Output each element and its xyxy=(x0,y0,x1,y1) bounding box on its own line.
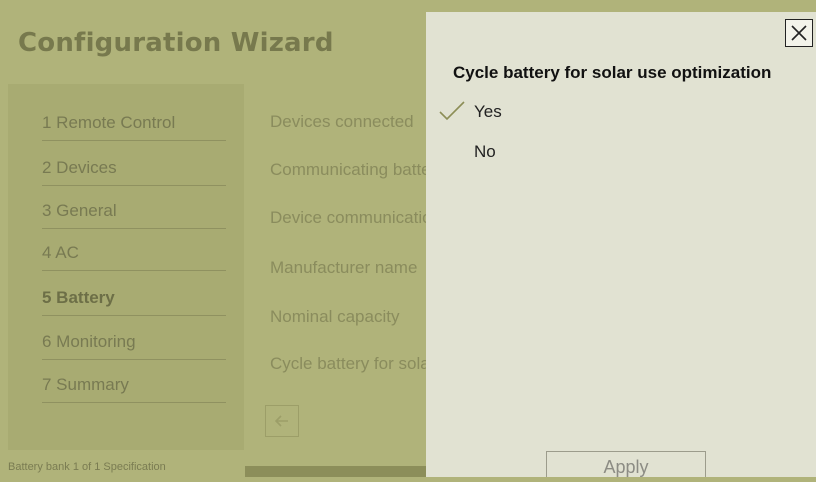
step-remote-control[interactable]: 1 Remote Control xyxy=(42,105,226,141)
step-summary[interactable]: 7 Summary xyxy=(42,367,226,403)
popup-title: Cycle battery for solar use optimization xyxy=(453,63,772,82)
step-battery[interactable]: 5 Battery xyxy=(42,280,226,316)
apply-button[interactable]: Apply xyxy=(546,451,706,477)
step-devices[interactable]: 2 Devices xyxy=(42,150,226,186)
progress-bar xyxy=(245,466,426,477)
option-yes[interactable]: Yes xyxy=(474,102,502,122)
step-ac[interactable]: 4 AC xyxy=(42,235,226,271)
setting-devices-connected[interactable]: Devices connected xyxy=(270,112,426,136)
setting-nominal-capacity[interactable]: Nominal capacity xyxy=(270,307,426,331)
option-no[interactable]: No xyxy=(474,142,496,162)
close-icon xyxy=(791,25,807,41)
setting-device-communication[interactable]: Device communication xyxy=(270,208,426,232)
step-monitoring[interactable]: 6 Monitoring xyxy=(42,324,226,360)
setting-communicating-battery[interactable]: Communicating battery xyxy=(270,160,426,184)
arrow-left-icon xyxy=(274,415,288,427)
step-general[interactable]: 3 General xyxy=(42,193,226,229)
wizard-title: Configuration Wizard xyxy=(18,28,334,58)
back-button[interactable] xyxy=(265,405,299,437)
setting-cycle-battery[interactable]: Cycle battery for solar xyxy=(270,354,426,378)
close-button[interactable] xyxy=(785,19,813,47)
checkmark-icon xyxy=(439,101,465,121)
battery-spec-label: Battery bank 1 of 1 Specification xyxy=(8,461,166,473)
setting-manufacturer-name[interactable]: Manufacturer name xyxy=(270,258,426,282)
